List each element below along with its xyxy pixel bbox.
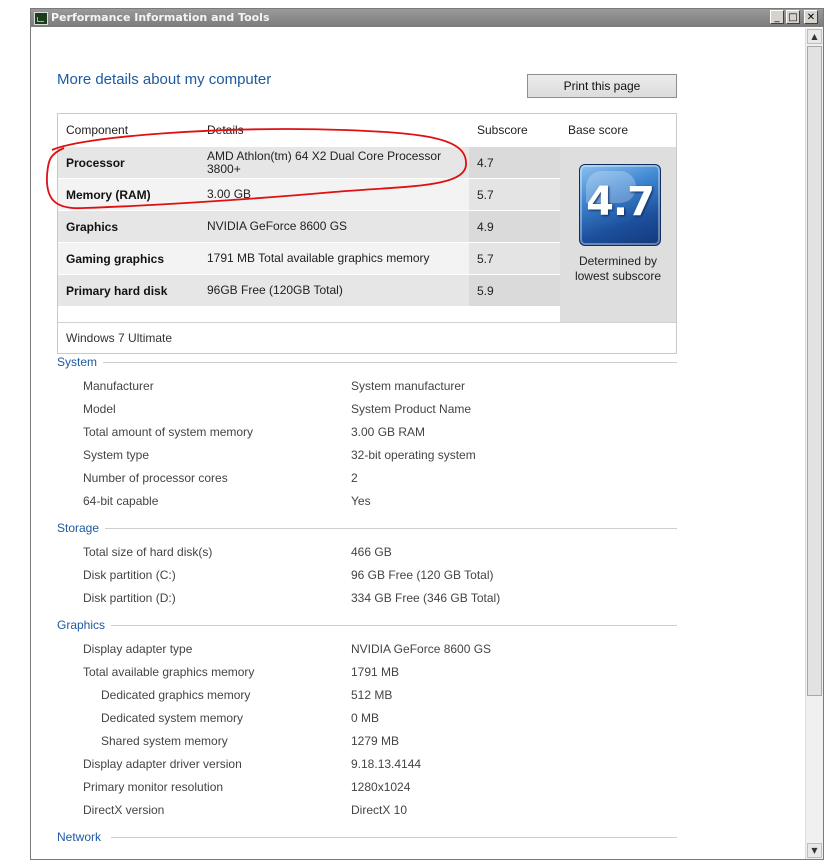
- system-cores-value: 2: [351, 471, 358, 485]
- graphics-dedicated-sys-label: Dedicated system memory: [101, 711, 244, 725]
- component-details: AMD Athlon(tm) 64 X2 Dual Core Processor…: [207, 148, 442, 176]
- system-64bit-label: 64-bit capable: [83, 494, 159, 508]
- print-page-button[interactable]: Print this page: [527, 74, 677, 98]
- component-details: 96GB Free (120GB Total): [207, 283, 343, 297]
- windows-experience-badge-icon: 4.7: [579, 164, 661, 246]
- score-row-processor: Processor AMD Athlon(tm) 64 X2 Dual Core…: [58, 146, 560, 178]
- graphics-resolution-label: Primary monitor resolution: [83, 780, 224, 794]
- section-network-title: Network: [57, 830, 102, 844]
- score-row-hard-disk: Primary hard disk 96GB Free (120GB Total…: [58, 274, 560, 306]
- component-name: Primary hard disk: [66, 283, 168, 298]
- header-details: Details: [207, 123, 244, 137]
- vertical-scrollbar[interactable]: ▲ ▼: [805, 28, 823, 859]
- system-manufacturer-value: System manufacturer: [351, 379, 466, 393]
- scroll-down-arrow-icon[interactable]: ▼: [807, 843, 822, 858]
- graphics-resolution-value: 1280x1024: [351, 780, 411, 794]
- score-row-memory: Memory (RAM) 3.00 GB 5.7: [58, 178, 560, 210]
- component-subscore: 5.7: [477, 187, 494, 202]
- system-64bit-value: Yes: [351, 494, 371, 508]
- window-title: Performance Information and Tools: [51, 11, 270, 24]
- component-name: Processor: [66, 155, 125, 170]
- performance-app-icon: [34, 12, 48, 25]
- system-memory-label: Total amount of system memory: [83, 425, 254, 439]
- component-subscore: 4.9: [477, 219, 494, 234]
- section-system-title: System: [57, 355, 98, 369]
- section-divider: [103, 362, 677, 363]
- title-bar[interactable]: Performance Information and Tools _ □ ✕: [31, 9, 823, 27]
- storage-total-value: 466 GB: [351, 545, 392, 559]
- graphics-total-mem-value: 1791 MB: [351, 665, 400, 679]
- section-divider: [111, 837, 677, 838]
- maximize-button[interactable]: □: [786, 10, 800, 24]
- header-base-score: Base score: [568, 123, 629, 137]
- system-manufacturer-label: Manufacturer: [83, 379, 154, 393]
- scroll-up-arrow-icon[interactable]: ▲: [807, 29, 822, 44]
- system-type-label: System type: [83, 448, 150, 462]
- base-score-panel: 4.7 Determined by lowest subscore: [560, 147, 676, 322]
- system-cores-label: Number of processor cores: [83, 471, 228, 485]
- base-score-value: 4.7: [586, 179, 655, 225]
- component-subscore: 5.9: [477, 283, 494, 298]
- component-subscore: 4.7: [477, 155, 494, 170]
- section-storage-title: Storage: [57, 521, 100, 535]
- header-component: Component: [66, 123, 129, 137]
- graphics-shared-mem-label: Shared system memory: [101, 734, 228, 748]
- system-model-label: Model: [83, 402, 116, 416]
- storage-d-value: 334 GB Free (346 GB Total): [351, 591, 501, 605]
- graphics-adapter-value: NVIDIA GeForce 8600 GS: [351, 642, 492, 656]
- section-graphics-title: Graphics: [57, 618, 106, 632]
- system-type-value: 32-bit operating system: [351, 448, 476, 462]
- score-row-graphics: Graphics NVIDIA GeForce 8600 GS 4.9: [58, 210, 560, 242]
- close-button[interactable]: ✕: [804, 10, 818, 24]
- storage-c-label: Disk partition (C:): [83, 568, 176, 582]
- component-name: Gaming graphics: [66, 251, 165, 266]
- scroll-thumb[interactable]: [807, 46, 822, 696]
- header-subscore: Subscore: [477, 123, 528, 137]
- performance-window: Performance Information and Tools _ □ ✕ …: [30, 8, 824, 860]
- component-details: 1791 MB Total available graphics memory: [207, 251, 430, 265]
- storage-d-label: Disk partition (D:): [83, 591, 176, 605]
- score-row-gaming-graphics: Gaming graphics 1791 MB Total available …: [58, 242, 560, 274]
- graphics-adapter-label: Display adapter type: [83, 642, 193, 656]
- component-subscore: 5.7: [477, 251, 494, 266]
- graphics-total-mem-label: Total available graphics memory: [83, 665, 255, 679]
- graphics-directx-value: DirectX 10: [351, 803, 408, 817]
- system-model-value: System Product Name: [351, 402, 472, 416]
- component-details: 3.00 GB: [207, 187, 252, 201]
- storage-total-label: Total size of hard disk(s): [83, 545, 213, 559]
- graphics-driver-value: 9.18.13.4144: [351, 757, 422, 771]
- score-table: Component Details Subscore Base score Pr…: [57, 113, 677, 354]
- page-content: More details about my computer Print thi…: [31, 28, 805, 859]
- page-title: More details about my computer: [57, 71, 272, 88]
- storage-c-value: 96 GB Free (120 GB Total): [351, 568, 494, 582]
- component-details: NVIDIA GeForce 8600 GS: [207, 219, 348, 233]
- component-name: Graphics: [66, 219, 119, 234]
- graphics-dedicated-mem-label: Dedicated graphics memory: [101, 688, 251, 702]
- component-name: Memory (RAM): [66, 187, 151, 202]
- section-divider: [111, 625, 677, 626]
- graphics-shared-mem-value: 1279 MB: [351, 734, 400, 748]
- graphics-dedicated-mem-value: 512 MB: [351, 688, 393, 702]
- base-score-caption: Determined by lowest subscore: [574, 254, 662, 283]
- graphics-dedicated-sys-value: 0 MB: [351, 711, 380, 725]
- graphics-driver-label: Display adapter driver version: [83, 757, 242, 771]
- minimize-button[interactable]: _: [770, 10, 784, 24]
- system-memory-value: 3.00 GB RAM: [351, 425, 426, 439]
- graphics-directx-label: DirectX version: [83, 803, 165, 817]
- section-divider: [105, 528, 677, 529]
- os-edition: Windows 7 Ultimate: [58, 322, 676, 353]
